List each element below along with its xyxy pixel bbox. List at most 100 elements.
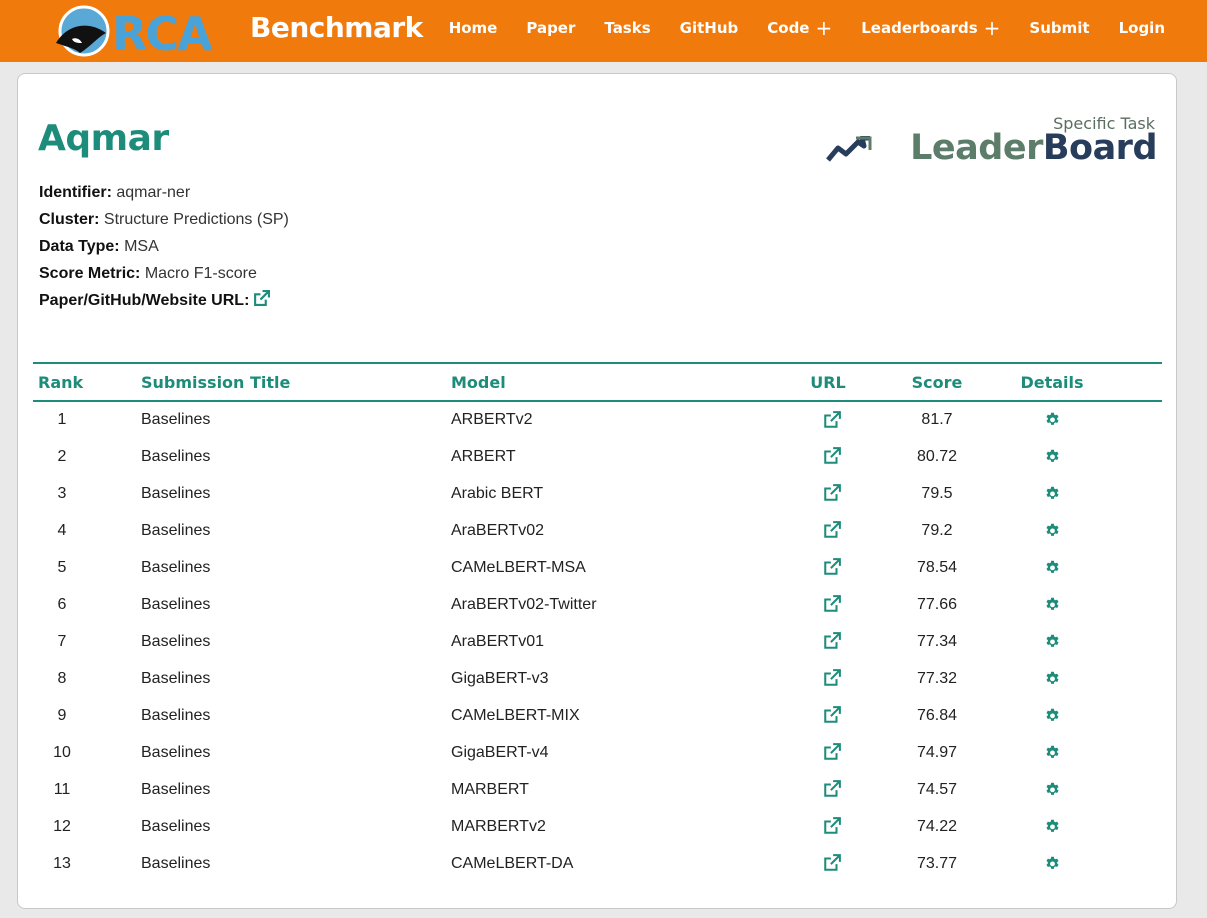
row-details-button[interactable] [1044, 781, 1061, 798]
cell-score: 77.34 [916, 632, 958, 650]
row-url-link[interactable] [823, 706, 841, 724]
cell-submission-title: Baselines [141, 595, 211, 613]
cell-rank: 8 [57, 669, 67, 687]
meta-value: Macro F1-score [144, 265, 257, 282]
col-url[interactable]: URL [792, 363, 872, 401]
meta-label: Data Type: [39, 238, 120, 255]
row-details-button[interactable] [1044, 522, 1061, 539]
nav-login[interactable]: Login [1119, 19, 1165, 37]
row-url-link[interactable] [823, 780, 841, 798]
svg-text:RCA: RCA [112, 7, 213, 59]
cell-score: 81.7 [921, 411, 953, 428]
meta-identifier: Identifier: aqmar-ner [39, 179, 289, 206]
paper-url-link[interactable] [253, 289, 271, 316]
cell-model: CAMeLBERT-DA [451, 854, 574, 872]
row-url-link[interactable] [823, 743, 841, 761]
cell-score: 77.66 [916, 595, 958, 613]
gear-icon [1045, 413, 1059, 426]
row-url-link[interactable] [823, 669, 841, 687]
meta-cluster: Cluster: Structure Predictions (SP) [39, 206, 289, 233]
row-details-button[interactable] [1044, 485, 1061, 502]
col-score[interactable]: Score [872, 363, 1002, 401]
cell-rank: 7 [57, 632, 67, 650]
row-details-button[interactable] [1044, 670, 1061, 687]
cell-details [1002, 660, 1162, 697]
meta-label: Identifier: [39, 184, 112, 201]
cell-details [1002, 771, 1162, 808]
row-details-button[interactable] [1044, 633, 1061, 650]
col-details[interactable]: Details [1002, 363, 1162, 401]
col-model[interactable]: Model [451, 363, 792, 401]
cell-url [792, 475, 872, 512]
cell-submission-title: Baselines [141, 411, 211, 428]
meta-label: Score Metric: [39, 265, 141, 282]
row-url-link[interactable] [823, 521, 841, 539]
row-url-link[interactable] [823, 484, 841, 502]
meta-label: Cluster: [39, 211, 100, 228]
gear-icon [1045, 560, 1059, 573]
cell-model: GigaBERT-v3 [451, 669, 549, 687]
meta-url: Paper/GitHub/Website URL: [39, 287, 289, 316]
cell-model: MARBERT [451, 780, 529, 798]
brand-title[interactable]: Benchmark [250, 11, 423, 44]
cell-model: AraBERTv02 [451, 521, 545, 539]
row-url-link[interactable] [823, 447, 841, 465]
table-row: 9 Baselines CAMeLBERT-MIX 76.84 [33, 697, 1162, 734]
row-details-button[interactable] [1044, 707, 1061, 724]
cell-score: 74.22 [916, 817, 958, 835]
external-link-icon [824, 632, 841, 650]
leaderboard-badge: Specific Task LeaderBoard [826, 114, 1161, 172]
cell-url [792, 438, 872, 475]
nav-tasks-label: Tasks [604, 19, 651, 37]
external-link-icon [824, 484, 841, 502]
cell-model: AraBERTv02-Twitter [451, 595, 597, 613]
badge-word-board: Board [1042, 128, 1158, 168]
trend-chart-icon [826, 136, 872, 162]
nav-github[interactable]: GitHub [680, 19, 739, 37]
row-details-button[interactable] [1044, 411, 1061, 428]
gear-icon [1045, 523, 1059, 536]
nav-leaderboards-label: Leaderboards [861, 19, 978, 37]
row-details-button[interactable] [1044, 559, 1061, 576]
row-details-button[interactable] [1044, 596, 1061, 613]
cell-score: 74.57 [916, 780, 958, 798]
nav-home-label: Home [448, 19, 498, 37]
external-link-icon [254, 290, 271, 306]
table-row: 7 Baselines AraBERTv01 77.34 [33, 623, 1162, 660]
cell-rank: 13 [53, 854, 71, 872]
row-details-button[interactable] [1044, 855, 1061, 872]
row-url-link[interactable] [823, 595, 841, 613]
nav-code-dropdown[interactable]: Code + [767, 18, 832, 38]
row-details-button[interactable] [1044, 744, 1061, 761]
col-submission-title[interactable]: Submission Title [141, 363, 451, 401]
cell-url [792, 401, 872, 438]
cell-submission-title: Baselines [141, 669, 211, 687]
row-details-button[interactable] [1044, 818, 1061, 835]
cell-details [1002, 697, 1162, 734]
row-url-link[interactable] [823, 854, 841, 872]
orca-logo[interactable]: RCA [50, 3, 235, 61]
row-url-link[interactable] [823, 632, 841, 650]
external-link-icon [824, 743, 841, 761]
badge-title: LeaderBoard [910, 128, 1157, 168]
orca-logo-icon: RCA [56, 5, 215, 61]
nav-paper[interactable]: Paper [526, 19, 575, 37]
row-url-link[interactable] [823, 558, 841, 576]
external-link-icon [824, 854, 841, 872]
cell-rank: 11 [53, 780, 71, 798]
nav-leaderboards-dropdown[interactable]: Leaderboards + [861, 18, 1000, 38]
col-rank[interactable]: Rank [33, 363, 141, 401]
nav-tasks[interactable]: Tasks [604, 19, 650, 37]
row-details-button[interactable] [1044, 448, 1061, 465]
table-row: 13 Baselines CAMeLBERT-DA 73.77 [33, 845, 1162, 882]
gear-icon [1045, 671, 1059, 684]
row-url-link[interactable] [823, 410, 841, 428]
row-url-link[interactable] [823, 817, 841, 835]
cell-url [792, 697, 872, 734]
nav-home[interactable]: Home [449, 19, 498, 37]
cell-details [1002, 808, 1162, 845]
external-link-icon [824, 669, 841, 687]
nav-submit[interactable]: Submit [1029, 19, 1089, 37]
external-link-icon [824, 595, 841, 613]
cell-model: ARBERTv2 [451, 411, 533, 428]
